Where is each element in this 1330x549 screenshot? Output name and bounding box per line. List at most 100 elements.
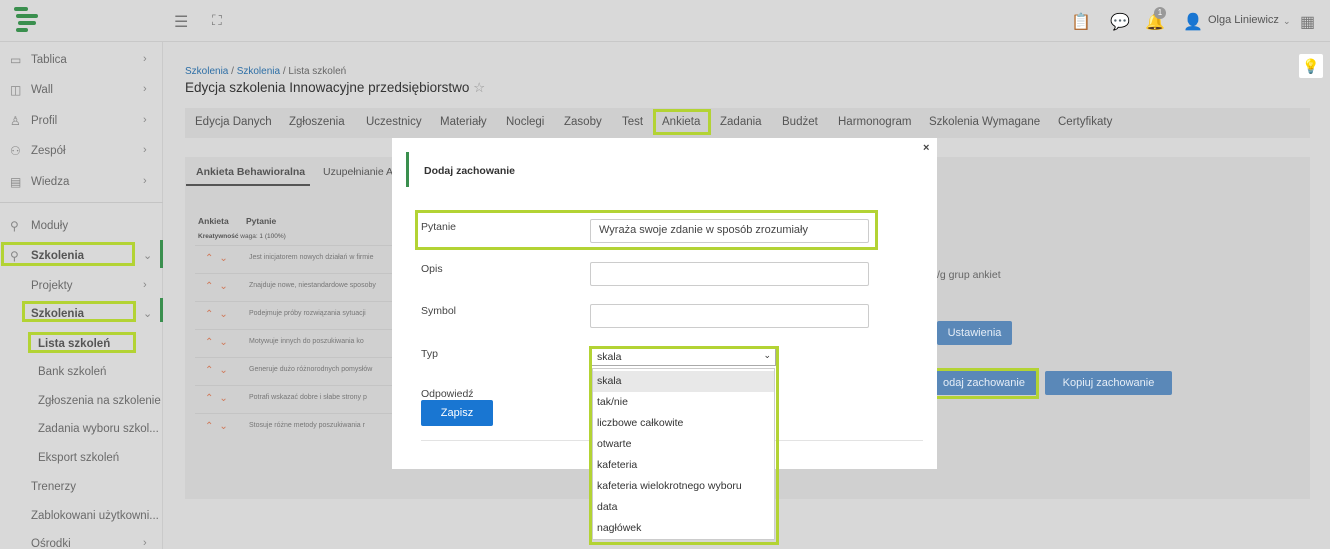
table-row: ⌃⌄ Generuje dużo różnorodnych pomysłów <box>195 357 405 384</box>
tab-zgloszenia[interactable]: Zgłoszenia <box>289 116 345 128</box>
reorder-arrows-icon[interactable]: ⌃⌄ <box>205 337 234 348</box>
fullscreen-icon[interactable]: ⛶ <box>212 12 222 29</box>
tab-budzet[interactable]: Budżet <box>782 116 818 128</box>
monitor-icon: ▭ <box>10 53 22 67</box>
group-name: Kreatywność <box>198 233 239 240</box>
sidebar-item-label: Ośrodki <box>31 538 71 549</box>
question-text: Jest inicjatorem nowych działań w firmie <box>249 254 374 261</box>
tab-zasoby[interactable]: Zasoby <box>564 116 602 128</box>
lightbulb-icon[interactable]: 💡 <box>1299 54 1323 78</box>
breadcrumb-link[interactable]: Szkolenia <box>237 66 280 77</box>
question-text: Stosuje różne metody poszukiwania r <box>249 422 365 429</box>
notification-badge: 1 <box>1154 7 1166 19</box>
reorder-arrows-icon[interactable]: ⌃⌄ <box>205 393 234 404</box>
modal-title: Dodaj zachowanie <box>424 165 516 177</box>
active-indicator <box>160 298 163 322</box>
subtab-ankieta-behawioralna[interactable]: Ankieta Behawioralna <box>196 166 305 178</box>
highlight-box <box>929 368 1039 399</box>
avatar[interactable]: 👤 <box>1183 12 1203 32</box>
app-logo[interactable] <box>14 7 38 33</box>
sidebar-item-wiedza[interactable]: ▤ Wiedza › <box>0 168 163 196</box>
tab-certyfikaty[interactable]: Certyfikaty <box>1058 116 1112 128</box>
clipboard-icon[interactable]: 📋 <box>1071 12 1091 32</box>
reorder-arrows-icon[interactable]: ⌃⌄ <box>205 421 234 432</box>
modal-accent-bar <box>406 152 409 187</box>
highlight-box <box>653 109 711 135</box>
sidebar-item-wall[interactable]: ◫ Wall › <box>0 76 163 104</box>
sidebar-item-osrodki[interactable]: Ośrodki › <box>0 530 163 549</box>
close-icon[interactable]: × <box>923 142 929 154</box>
question-text: Podejmuje próby rozwiązania sytuacji <box>249 310 366 317</box>
breadcrumb: Szkolenia / Szkolenia / Lista szkoleń <box>185 66 346 77</box>
sidebar-item-label: Wiedza <box>31 176 70 188</box>
sidebar-item-profil[interactable]: ♙ Profil › <box>0 107 163 135</box>
sidebar-item-label: Eksport szkoleń <box>38 452 120 464</box>
question-text: Motywuje innych do poszukiwania ko <box>249 338 364 345</box>
menu-icon[interactable]: ☰ <box>174 12 188 32</box>
tab-materialy[interactable]: Materiały <box>440 116 487 128</box>
highlight-box <box>1 242 135 266</box>
symbol-input[interactable] <box>590 304 869 328</box>
sidebar-item-label: Zgłoszenia na szkolenie <box>38 395 161 407</box>
chevron-down-icon[interactable]: ⌄ <box>1283 16 1291 27</box>
reorder-arrows-icon[interactable]: ⌃⌄ <box>205 309 234 320</box>
tab-zadania[interactable]: Zadania <box>720 116 762 128</box>
sidebar-item-eksport[interactable]: Eksport szkoleń <box>0 444 163 472</box>
description-input[interactable] <box>590 262 869 286</box>
highlight-box <box>415 210 878 250</box>
table-row: ⌃⌄ Podejmuje próby rozwiązania sytuacji <box>195 301 405 328</box>
book-icon: ▤ <box>10 175 22 189</box>
page-title: Edycja szkolenia Innowacyjne przedsiębio… <box>185 80 485 96</box>
sidebar-item-moduly[interactable]: ⚲ Moduły <box>0 212 163 240</box>
column-header-pytanie: Pytanie <box>246 216 277 226</box>
copy-behavior-button[interactable]: Kopiuj zachowanie <box>1045 371 1172 395</box>
breadcrumb-link[interactable]: Szkolenia <box>185 66 228 77</box>
reorder-arrows-icon[interactable]: ⌃⌄ <box>205 281 234 292</box>
highlight-box <box>28 332 136 353</box>
column-header-ankieta: Ankieta <box>198 216 229 226</box>
sidebar-item-label: Projekty <box>31 280 73 292</box>
sidebar-item-label: Trenerzy <box>31 481 76 493</box>
user-name[interactable]: Olga Liniewicz <box>1208 14 1279 26</box>
sidebar-divider <box>0 202 163 203</box>
sidebar-item-label: Zadania wyboru szkol... <box>38 423 159 435</box>
reorder-arrows-icon[interactable]: ⌃⌄ <box>205 365 234 376</box>
sidebar-item-bank-szkolen[interactable]: Bank szkoleń <box>0 358 163 386</box>
chat-bubble-icon: ◫ <box>10 83 22 97</box>
star-icon[interactable]: ☆ <box>473 80 485 95</box>
tab-uczestnicy[interactable]: Uczestnicy <box>366 116 422 128</box>
page-title-text: Edycja szkolenia Innowacyjne przedsiębio… <box>185 80 470 95</box>
sidebar-item-zadania-wyboru[interactable]: Zadania wyboru szkol... <box>0 415 163 443</box>
table-row: ⌃⌄ Stosuje różne metody poszukiwania r <box>195 413 405 440</box>
chevron-down-icon: ⌄ <box>143 250 153 262</box>
chevron-down-icon: ⌄ <box>143 308 153 320</box>
save-button[interactable]: Zapisz <box>421 400 493 426</box>
chevron-right-icon: › <box>143 175 147 187</box>
reorder-arrows-icon[interactable]: ⌃⌄ <box>205 253 234 264</box>
tab-noclegi[interactable]: Noclegi <box>506 116 544 128</box>
settings-button[interactable]: Ustawienia <box>937 321 1012 345</box>
description-label: Opis <box>421 263 443 275</box>
apps-grid-icon[interactable]: ▦ <box>1300 12 1315 32</box>
sidebar-item-zespol[interactable]: ⚇ Zespół › <box>0 137 163 165</box>
chevron-right-icon: › <box>143 144 147 156</box>
type-label: Typ <box>421 348 438 360</box>
subtab-uzupelnianie[interactable]: Uzupełnianie An <box>323 166 399 178</box>
tab-test[interactable]: Test <box>622 116 643 128</box>
tab-harmonogram[interactable]: Harmonogram <box>838 116 912 128</box>
sidebar-item-projekty[interactable]: Projekty › <box>0 272 163 300</box>
sidebar-item-zablokowani[interactable]: Zablokowani użytkowni... <box>0 502 163 530</box>
tab-szkolenia-wymagane[interactable]: Szkolenia Wymagane <box>929 116 1040 128</box>
tab-edycja-danych[interactable]: Edycja Danych <box>195 116 272 128</box>
sidebar-item-tablica[interactable]: ▭ Tablica › <box>0 46 163 74</box>
breadcrumb-separator: / <box>228 66 237 77</box>
chat-icon[interactable]: 💬 <box>1110 12 1130 32</box>
sidebar-item-label: Tablica <box>31 54 67 66</box>
sidebar-item-label: Moduły <box>31 220 69 232</box>
sidebar-item-trenerzy[interactable]: Trenerzy <box>0 473 163 501</box>
sidebar-item-zgloszenia[interactable]: Zgłoszenia na szkolenie <box>0 387 163 415</box>
table-row: ⌃⌄ Motywuje innych do poszukiwania ko <box>195 329 405 356</box>
sidebar-item-label: Zablokowani użytkowni... <box>31 510 159 522</box>
symbol-label: Symbol <box>421 305 457 317</box>
chevron-right-icon: › <box>143 53 147 65</box>
